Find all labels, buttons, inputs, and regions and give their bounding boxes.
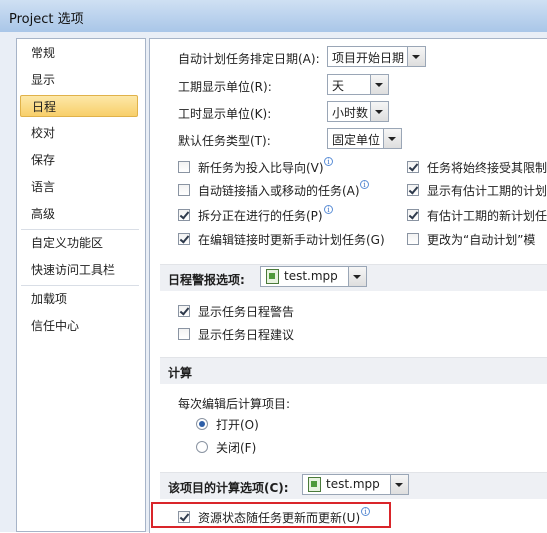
work-unit-value: 小时数 [332, 106, 369, 120]
calc-options-header: 该项目的计算选项(C): [168, 481, 289, 495]
task-type-label: 默认任务类型(T): [178, 134, 271, 148]
task-type-value: 固定单位 [332, 133, 381, 147]
checkbox-show-suggestions[interactable] [178, 328, 190, 340]
info-icon: i [324, 157, 333, 166]
nav-item-addins[interactable]: 加载项 [20, 288, 138, 310]
checkbox-show-estimated[interactable] [407, 184, 419, 196]
calc-off-label: 关闭(F) [216, 441, 257, 455]
checkbox-autolink[interactable] [178, 184, 190, 196]
nav-item-general[interactable]: 常规 [20, 42, 138, 64]
section-calculation: 计算 [160, 357, 547, 384]
chevron-down-icon [370, 75, 388, 94]
chevron-down-icon [383, 129, 401, 148]
alerts-project-select[interactable]: test.mpp [260, 266, 367, 287]
title-bar: Project 选项 [0, 0, 547, 32]
show-suggestions-label: 显示任务日程建议 [198, 328, 295, 342]
radio-calc-off[interactable] [196, 441, 208, 453]
checkbox-show-warnings[interactable] [178, 305, 190, 317]
after-edit-label: 每次编辑后计算项目: [178, 397, 291, 411]
nav-item-trust-center[interactable]: 信任中心 [20, 315, 138, 337]
info-icon: i [360, 180, 369, 189]
nav-item-language[interactable]: 语言 [20, 176, 138, 198]
update-manual-label: 在编辑链接时更新手动计划任务(G) [198, 233, 385, 247]
alerts-header: 日程警报选项: [168, 273, 245, 287]
project-file-icon [266, 269, 279, 284]
options-panel: 自动计划任务排定日期(A): 项目开始日期 工期显示单位(R): 天 工时显示单… [149, 38, 547, 533]
auto-date-select[interactable]: 项目开始日期 [327, 46, 426, 67]
highlight-box [151, 502, 391, 528]
nav-item-advanced[interactable]: 高级 [20, 203, 138, 225]
duration-unit-label: 工期显示单位(R): [178, 80, 272, 94]
show-estimated-label: 显示有估计工期的计划 [427, 184, 547, 198]
honor-constraints-label: 任务将始终接受其限制 [427, 161, 547, 175]
checkbox-new-estimated[interactable] [407, 209, 419, 221]
checkbox-change-auto[interactable] [407, 233, 419, 245]
nav-item-display[interactable]: 显示 [20, 69, 138, 91]
nav-item-quick-access[interactable]: 快速访问工具栏 [20, 259, 138, 281]
info-icon: i [324, 205, 333, 214]
auto-date-value: 项目开始日期 [332, 51, 405, 65]
nav-item-save[interactable]: 保存 [20, 149, 138, 171]
work-unit-label: 工时显示单位(K): [178, 107, 272, 121]
chevron-down-icon [370, 102, 388, 121]
radio-calc-on[interactable] [196, 418, 208, 430]
checkbox-honor-constraints[interactable] [407, 161, 419, 173]
duration-unit-value: 天 [332, 79, 345, 93]
duration-unit-select[interactable]: 天 [327, 74, 389, 95]
auto-date-label: 自动计划任务排定日期(A): [178, 52, 320, 66]
split-tasks-label: 拆分正在进行的任务(P) [198, 209, 323, 223]
project-file-icon [308, 477, 321, 492]
chevron-down-icon [407, 47, 425, 66]
chevron-down-icon [390, 475, 408, 494]
nav-item-schedule[interactable]: 日程 [20, 95, 138, 117]
alerts-file-value: test.mpp [284, 269, 338, 283]
task-type-select[interactable]: 固定单位 [327, 128, 402, 149]
nav-separator [21, 285, 139, 286]
chevron-down-icon [348, 267, 366, 286]
calc-options-file-value: test.mpp [326, 477, 380, 491]
window-title: Project 选项 [9, 12, 84, 27]
checkbox-update-manual[interactable] [178, 233, 190, 245]
checkbox-effort-driven[interactable] [178, 161, 190, 173]
show-warnings-label: 显示任务日程警告 [198, 305, 295, 319]
autolink-label: 自动链接插入或移动的任务(A) [198, 184, 360, 198]
calc-options-project-select[interactable]: test.mpp [302, 474, 409, 495]
calculation-header: 计算 [168, 366, 193, 380]
nav-item-proofing[interactable]: 校对 [20, 122, 138, 144]
work-unit-select[interactable]: 小时数 [327, 101, 389, 122]
effort-driven-label: 新任务为投入比导向(V) [198, 161, 324, 175]
nav-panel: 常规 显示 日程 校对 保存 语言 高级 自定义功能区 快速访问工具栏 加载项 … [16, 38, 146, 532]
change-auto-label: 更改为“自动计划”模 [427, 233, 536, 247]
nav-separator [21, 229, 139, 230]
checkbox-split-tasks[interactable] [178, 209, 190, 221]
new-estimated-label: 有估计工期的新计划任 [427, 209, 547, 223]
calc-on-label: 打开(O) [216, 418, 259, 432]
nav-item-customize-ribbon[interactable]: 自定义功能区 [20, 232, 138, 254]
